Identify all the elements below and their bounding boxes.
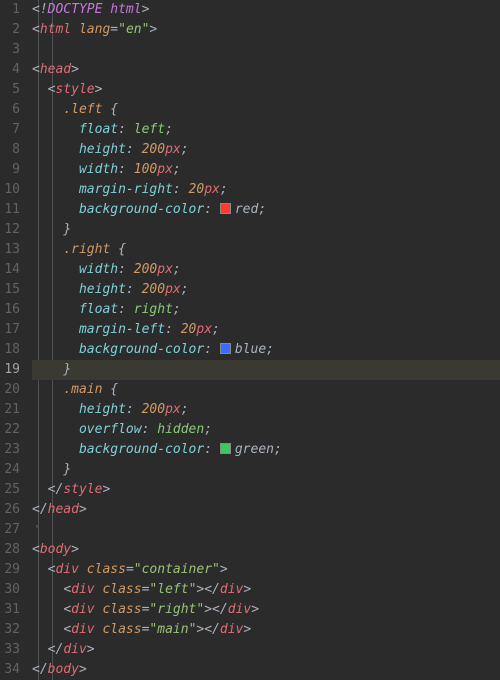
code-line[interactable]: height: 200px; bbox=[32, 400, 500, 420]
line-number: 9 bbox=[4, 160, 20, 180]
line-number: 15 bbox=[4, 280, 20, 300]
line-number: 6 bbox=[4, 100, 20, 120]
line-number: 13 bbox=[4, 240, 20, 260]
code-line[interactable]: float: left; bbox=[32, 120, 500, 140]
code-line[interactable]: } bbox=[32, 220, 500, 240]
code-line[interactable]: } bbox=[32, 460, 500, 480]
code-line[interactable]: width: 200px; bbox=[32, 260, 500, 280]
code-line[interactable]: <body> bbox=[32, 540, 500, 560]
code-line[interactable]: overflow: hidden; bbox=[32, 420, 500, 440]
line-number: 22 bbox=[4, 420, 20, 440]
line-number: 11 bbox=[4, 200, 20, 220]
code-line[interactable]: <style> bbox=[32, 80, 500, 100]
line-number: 28 bbox=[4, 540, 20, 560]
code-line[interactable]: height: 200px; bbox=[32, 280, 500, 300]
code-line[interactable]: <!DOCTYPE html> bbox=[32, 0, 500, 20]
code-line[interactable]: background-color: green; bbox=[32, 440, 500, 460]
line-number-gutter: 1234567891011121314151617181920212223242… bbox=[0, 0, 28, 680]
color-swatch-icon bbox=[220, 343, 231, 354]
code-line[interactable]: <div class="main"></div> bbox=[32, 620, 500, 640]
code-line[interactable]: <head> bbox=[32, 60, 500, 80]
code-line[interactable]: background-color: red; bbox=[32, 200, 500, 220]
line-number: 2 bbox=[4, 20, 20, 40]
code-line[interactable]: ' bbox=[32, 520, 500, 540]
line-number: 18 bbox=[4, 340, 20, 360]
line-number: 32 bbox=[4, 620, 20, 640]
line-number: 17 bbox=[4, 320, 20, 340]
color-swatch-icon bbox=[220, 443, 231, 454]
code-line[interactable]: background-color: blue; bbox=[32, 340, 500, 360]
line-number: 30 bbox=[4, 580, 20, 600]
code-line[interactable]: float: right; bbox=[32, 300, 500, 320]
line-number: 23 bbox=[4, 440, 20, 460]
line-number: 3 bbox=[4, 40, 20, 60]
line-number: 4 bbox=[4, 60, 20, 80]
code-line[interactable]: width: 100px; bbox=[32, 160, 500, 180]
code-line[interactable]: </div> bbox=[32, 640, 500, 660]
line-number: 14 bbox=[4, 260, 20, 280]
line-number: 10 bbox=[4, 180, 20, 200]
code-line[interactable]: height: 200px; bbox=[32, 140, 500, 160]
line-number: 29 bbox=[4, 560, 20, 580]
line-number: 27 bbox=[4, 520, 20, 540]
line-number: 5 bbox=[4, 80, 20, 100]
line-number: 7 bbox=[4, 120, 20, 140]
line-number: 20 bbox=[4, 380, 20, 400]
line-number: 19 bbox=[4, 360, 20, 380]
line-number: 34 bbox=[4, 660, 20, 680]
code-line[interactable]: </head> bbox=[32, 500, 500, 520]
line-number: 31 bbox=[4, 600, 20, 620]
line-number: 26 bbox=[4, 500, 20, 520]
line-number: 1 bbox=[4, 0, 20, 20]
code-line[interactable]: <div class="left"></div> bbox=[32, 580, 500, 600]
code-line[interactable]: <html lang="en"> bbox=[32, 20, 500, 40]
code-line[interactable]: </style> bbox=[32, 480, 500, 500]
color-swatch-icon bbox=[220, 203, 231, 214]
code-line-active[interactable]: } bbox=[32, 360, 500, 380]
line-number: 24 bbox=[4, 460, 20, 480]
code-line[interactable]: <div class="container"> bbox=[32, 560, 500, 580]
code-line[interactable]: .right { bbox=[32, 240, 500, 260]
code-line[interactable]: <div class="right"></div> bbox=[32, 600, 500, 620]
line-number: 12 bbox=[4, 220, 20, 240]
line-number: 8 bbox=[4, 140, 20, 160]
code-area[interactable]: <!DOCTYPE html> <html lang="en"> <head> … bbox=[28, 0, 500, 680]
code-line[interactable]: margin-right: 20px; bbox=[32, 180, 500, 200]
line-number: 25 bbox=[4, 480, 20, 500]
code-line[interactable]: .left { bbox=[32, 100, 500, 120]
line-number: 33 bbox=[4, 640, 20, 660]
code-line[interactable] bbox=[32, 40, 500, 60]
code-line[interactable]: .main { bbox=[32, 380, 500, 400]
line-number: 21 bbox=[4, 400, 20, 420]
code-line[interactable]: </body> bbox=[32, 660, 500, 680]
code-line[interactable]: margin-left: 20px; bbox=[32, 320, 500, 340]
lint-marker-icon: ' bbox=[34, 520, 40, 540]
code-editor[interactable]: 1234567891011121314151617181920212223242… bbox=[0, 0, 500, 680]
line-number: 16 bbox=[4, 300, 20, 320]
